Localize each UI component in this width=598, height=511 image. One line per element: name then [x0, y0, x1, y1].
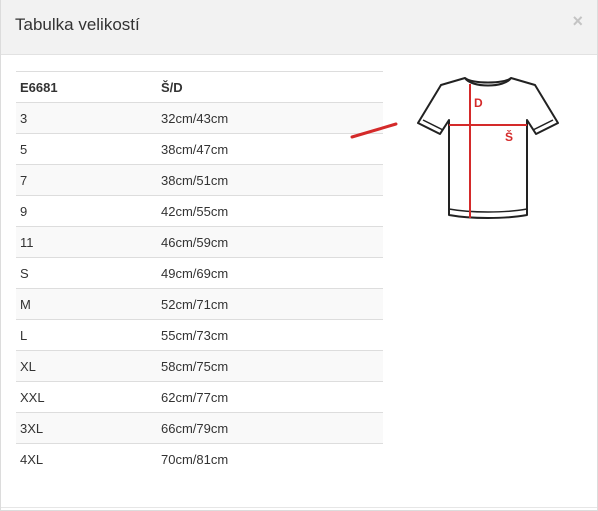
- size-cell: 3: [16, 102, 157, 134]
- red-marker-line: [350, 122, 398, 139]
- size-cell: 9: [16, 195, 157, 227]
- measurement-cell: 55cm/73cm: [157, 319, 383, 351]
- table-row: XL 58cm/75cm: [16, 350, 383, 382]
- measurement-cell: 42cm/55cm: [157, 195, 383, 227]
- header-model: E6681: [16, 71, 157, 103]
- measurement-cell: 38cm/51cm: [157, 164, 383, 196]
- table-row: S 49cm/69cm: [16, 257, 383, 289]
- modal-header: Tabulka velikostí ×: [1, 0, 597, 55]
- table-row: L 55cm/73cm: [16, 319, 383, 351]
- measurement-cell: 70cm/81cm: [157, 443, 383, 475]
- header-measurements: Š/D: [157, 71, 383, 103]
- table-row: 9 42cm/55cm: [16, 195, 383, 227]
- modal-footer-divider: [1, 507, 597, 508]
- size-cell: 7: [16, 164, 157, 196]
- table-row: 7 38cm/51cm: [16, 164, 383, 196]
- measurement-cell: 46cm/59cm: [157, 226, 383, 258]
- size-cell: 3XL: [16, 412, 157, 444]
- measurement-cell: 62cm/77cm: [157, 381, 383, 413]
- table-row: 3XL 66cm/79cm: [16, 412, 383, 444]
- size-cell: 4XL: [16, 443, 157, 475]
- size-cell: S: [16, 257, 157, 289]
- size-cell: M: [16, 288, 157, 320]
- measurement-cell: 49cm/69cm: [157, 257, 383, 289]
- table-row: 11 46cm/59cm: [16, 226, 383, 258]
- measurement-cell: 58cm/75cm: [157, 350, 383, 382]
- table-row: 5 38cm/47cm: [16, 133, 383, 165]
- table-row: 4XL 70cm/81cm: [16, 443, 383, 475]
- tshirt-outline: [417, 77, 559, 219]
- measurement-cell: 52cm/71cm: [157, 288, 383, 320]
- size-table: E6681 Š/D 3 32cm/43cm 5 38cm/47cm 7 38cm…: [16, 71, 383, 475]
- table-row: M 52cm/71cm: [16, 288, 383, 320]
- size-cell: L: [16, 319, 157, 351]
- table-row: 3 32cm/43cm: [16, 102, 383, 134]
- close-button[interactable]: ×: [572, 12, 583, 30]
- size-cell: XL: [16, 350, 157, 382]
- size-cell: 5: [16, 133, 157, 165]
- measurement-cell: 66cm/79cm: [157, 412, 383, 444]
- size-chart-modal: Tabulka velikostí × E6681 Š/D 3 32cm/43c…: [0, 0, 598, 511]
- width-label: Š: [505, 129, 513, 144]
- modal-title: Tabulka velikostí: [15, 15, 140, 34]
- table-row: XXL 62cm/77cm: [16, 381, 383, 413]
- length-label: D: [474, 96, 483, 110]
- size-cell: 11: [16, 226, 157, 258]
- tshirt-measurement-diagram: D Š: [417, 77, 559, 219]
- size-cell: XXL: [16, 381, 157, 413]
- table-header-row: E6681 Š/D: [16, 71, 383, 103]
